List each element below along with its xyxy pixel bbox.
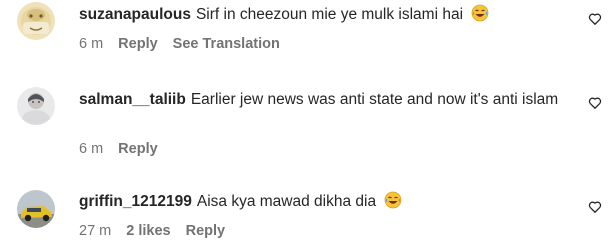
comment-username[interactable]: griffin_1212199 xyxy=(79,193,192,210)
comment-text: Aisa kya mawad dikha dia xyxy=(196,193,377,210)
comment-time: 6 m xyxy=(79,141,104,157)
comment-meta: 27 m 2 likes Reply xyxy=(79,223,225,239)
laughing-tears-emoji xyxy=(384,191,402,215)
heart-outline-icon[interactable] xyxy=(588,200,602,214)
likes-count-button[interactable]: 2 likes xyxy=(126,223,170,239)
reply-button[interactable]: Reply xyxy=(118,141,158,157)
comment-text: Earlier jew news was anti state and now … xyxy=(190,91,559,108)
reply-button[interactable]: Reply xyxy=(186,223,226,239)
comment-meta: 6 m Reply xyxy=(79,141,158,157)
comment-time: 6 m xyxy=(79,36,104,52)
heart-outline-icon[interactable] xyxy=(588,96,602,110)
comment-body: griffin_1212199 Aisa kya mawad dikha dia xyxy=(79,191,569,215)
comment-text: Sirf in cheezoun mie ye mulk islami hai xyxy=(195,6,464,23)
comment-username[interactable]: suzanapaulous xyxy=(79,6,191,23)
comment-meta: 6 m Reply See Translation xyxy=(79,36,280,52)
comment-body: suzanapaulous Sirf in cheezoun mie ye mul… xyxy=(79,4,569,28)
heart-outline-icon[interactable] xyxy=(588,12,602,26)
comment-username[interactable]: salman__taliib xyxy=(79,91,186,108)
reply-button[interactable]: Reply xyxy=(118,36,158,52)
avatar[interactable] xyxy=(17,87,55,125)
avatar[interactable] xyxy=(17,190,55,228)
comment-body: salman__taliib Earlier jew news was anti … xyxy=(79,89,569,110)
see-translation-button[interactable]: See Translation xyxy=(173,36,280,52)
avatar[interactable] xyxy=(17,2,55,40)
comment-time: 27 m xyxy=(79,223,112,239)
laughing-tears-emoji xyxy=(471,4,489,28)
